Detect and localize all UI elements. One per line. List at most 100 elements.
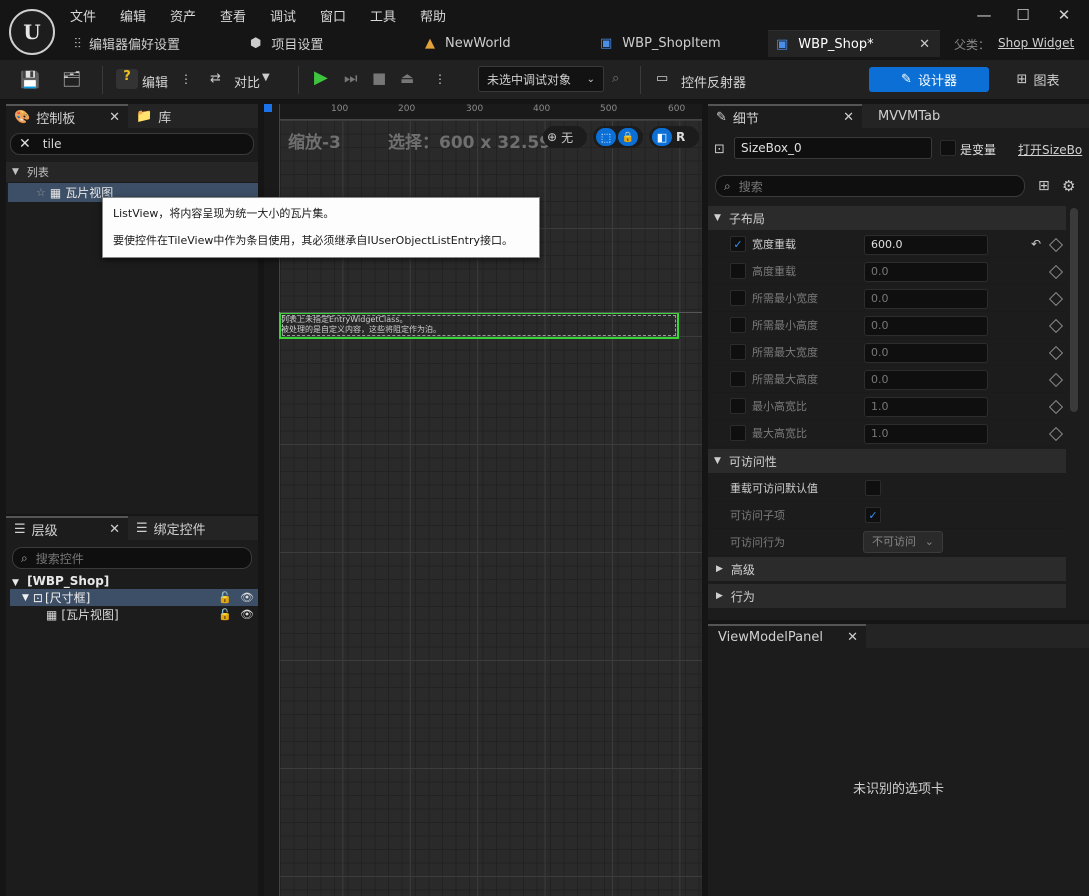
close-tab-icon[interactable]: ✕ [843,110,854,125]
stop-icon[interactable]: ■ [372,69,386,87]
eject-icon[interactable]: ⏏ [400,69,414,87]
minimize-icon[interactable]: — [974,6,994,24]
row-value-input[interactable]: 1.0 [864,424,988,444]
close-tab-icon[interactable]: ✕ [109,110,120,125]
row-value-input[interactable]: 0.0 [864,262,988,282]
palette-category[interactable]: ▼ 列表 [6,162,258,182]
tab-details[interactable]: ✎ 细节 ✕ [708,104,862,128]
menu-item[interactable]: 帮助 [420,6,446,25]
is-variable-checkbox[interactable] [940,140,956,156]
debug-pick-icon[interactable]: ⌕ [612,71,619,86]
more-options-icon[interactable]: ⋮ [434,72,446,86]
tab-hierarchy[interactable]: ☰ 层级 ✕ [6,516,128,540]
row-value-input[interactable]: 0.0 [864,289,988,309]
menu-item[interactable]: 编辑 [120,6,146,25]
open-sizebox-link[interactable]: 打开SizeBo [1018,141,1084,158]
star-icon[interactable]: ☆ [36,186,46,199]
row-label: 高度重载 [752,265,796,278]
row-value-input[interactable]: 0.0 [864,343,988,363]
menu-item[interactable]: 工具 [370,6,396,25]
layout-icon[interactable]: ◧ [652,128,672,146]
row-value-input[interactable]: 0.0 [864,370,988,390]
diff-button[interactable]: 对比 [234,72,260,91]
maximize-icon[interactable]: ☐ [1013,6,1033,24]
chevron-down-icon: ▼ [714,456,721,466]
widget-name-input[interactable]: SizeBox_0 [734,137,932,159]
tab-mvvm[interactable]: MVVMTab [862,104,948,128]
row-value-input[interactable]: 600.0 [864,235,988,255]
override-checkbox[interactable] [730,398,746,414]
tab-palette[interactable]: 🎨 控制板 ✕ [6,104,128,128]
tab-newworld[interactable]: ▲ NewWorld [425,30,575,57]
tab-viewmodel[interactable]: ViewModelPanel ✕ [708,624,866,648]
close-tab-icon[interactable]: ✕ [919,37,930,52]
tab-wbp-shopitem[interactable]: ▣ WBP_ShopItem [600,30,760,57]
details-search-input[interactable]: ⌕ 搜索 [715,175,1025,197]
access-children-checkbox[interactable]: ✓ [865,507,881,523]
step-icon[interactable]: ⏭ [344,69,358,87]
access-override-checkbox[interactable] [865,480,881,496]
close-window-icon[interactable]: ✕ [1054,6,1074,24]
section-advanced[interactable]: ▶ 高级 [708,557,1066,581]
gear-icon[interactable]: ⚙ [1062,177,1075,195]
localization-preview-button[interactable]: ⊕ 无 [543,126,587,148]
tab-project-settings[interactable]: ⬢ 项目设置 [250,30,400,57]
list-icon: ☰ [136,520,148,536]
lock-icon[interactable]: 🔒 [618,128,638,146]
widget-reflector-button[interactable]: 控件反射器 [681,72,746,91]
tab-editor-preferences[interactable]: ⫶⫶ 编辑器偏好设置 [74,30,234,57]
menu-item[interactable]: 资产 [170,6,196,25]
override-checkbox[interactable] [730,317,746,333]
override-checkbox[interactable]: ✓ [730,236,746,252]
close-tab-icon[interactable]: ✕ [109,522,120,537]
access-behavior-select[interactable]: 不可访问 ⌄ [863,531,943,553]
save-icon[interactable]: 💾 [20,70,40,89]
clear-search-icon[interactable]: ✕ [19,136,31,152]
tab-wbp-shop[interactable]: ▣ WBP_Shop* ✕ [768,30,940,57]
section-behavior[interactable]: ▶ 行为 [708,584,1066,608]
designer-mode-button[interactable]: ✎ 设计器 [869,67,989,92]
override-checkbox[interactable] [730,371,746,387]
reset-r-button[interactable]: R [676,130,685,144]
override-checkbox[interactable] [730,263,746,279]
row-value-input[interactable]: 1.0 [864,397,988,417]
reset-to-default-icon[interactable]: ↶ [1031,237,1041,251]
unreal-logo-icon[interactable]: U [9,9,55,55]
tree-item-sizebox[interactable]: ▼ ⊡ [尺寸框] 🔓 👁 [10,589,258,606]
palette-search-input[interactable]: ✕ tile [10,133,254,155]
menu-item[interactable]: 窗口 [320,6,346,25]
row-value-input[interactable]: 0.0 [864,316,988,336]
more-options-icon[interactable]: ⋮ [180,72,192,86]
tab-bind-widgets[interactable]: ☰ 绑定控件 [128,516,214,540]
override-checkbox[interactable] [730,425,746,441]
browse-icon[interactable]: 🗂 [62,70,81,88]
menu-item[interactable]: 调试 [270,6,296,25]
details-scrollbar[interactable] [1070,208,1078,412]
compile-button[interactable]: 编辑 [142,72,168,91]
menu-item[interactable]: 查看 [220,6,246,25]
level-icon: ▲ [425,36,435,51]
visibility-eye-icon[interactable]: 👁 [240,591,254,604]
compile-status-icon[interactable]: ? [116,69,138,89]
tree-root[interactable]: ▼ [WBP_Shop] [12,574,109,588]
tab-library[interactable]: 📁 库 [128,104,179,128]
lock-icon[interactable]: 🔓 [218,591,232,604]
play-icon[interactable]: ▶ [314,67,328,88]
override-checkbox[interactable] [730,344,746,360]
tree-item-tileview[interactable]: ▦ [瓦片视图] 🔓 👁 [10,606,258,623]
selected-widget-outline[interactable]: 列表上未指定EntryWidgetClass。 被处理的是自定义内容，这些将阻定… [279,312,679,339]
graph-mode-button[interactable]: ⊞ 图表 [996,67,1080,92]
visibility-eye-icon[interactable]: 👁 [240,608,254,621]
override-checkbox[interactable] [730,290,746,306]
parent-class-link[interactable]: Shop Widget [998,36,1074,50]
close-tab-icon[interactable]: ✕ [847,630,858,645]
section-child-layout[interactable]: ▼ 子布局 [708,206,1066,230]
section-accessibility[interactable]: ▼ 可访问性 [708,449,1066,473]
ruler-tick [267,296,268,297]
hierarchy-search-input[interactable]: ⌕ 搜索控件 [12,547,252,569]
lock-icon[interactable]: 🔓 [218,608,232,621]
debug-target-select[interactable]: 未选中调试对象 ⌄ [478,66,604,92]
dashed-bounds-icon[interactable]: ⬚ [596,128,616,146]
table-view-icon[interactable]: ⊞ [1038,178,1050,194]
menu-item[interactable]: 文件 [70,6,96,25]
